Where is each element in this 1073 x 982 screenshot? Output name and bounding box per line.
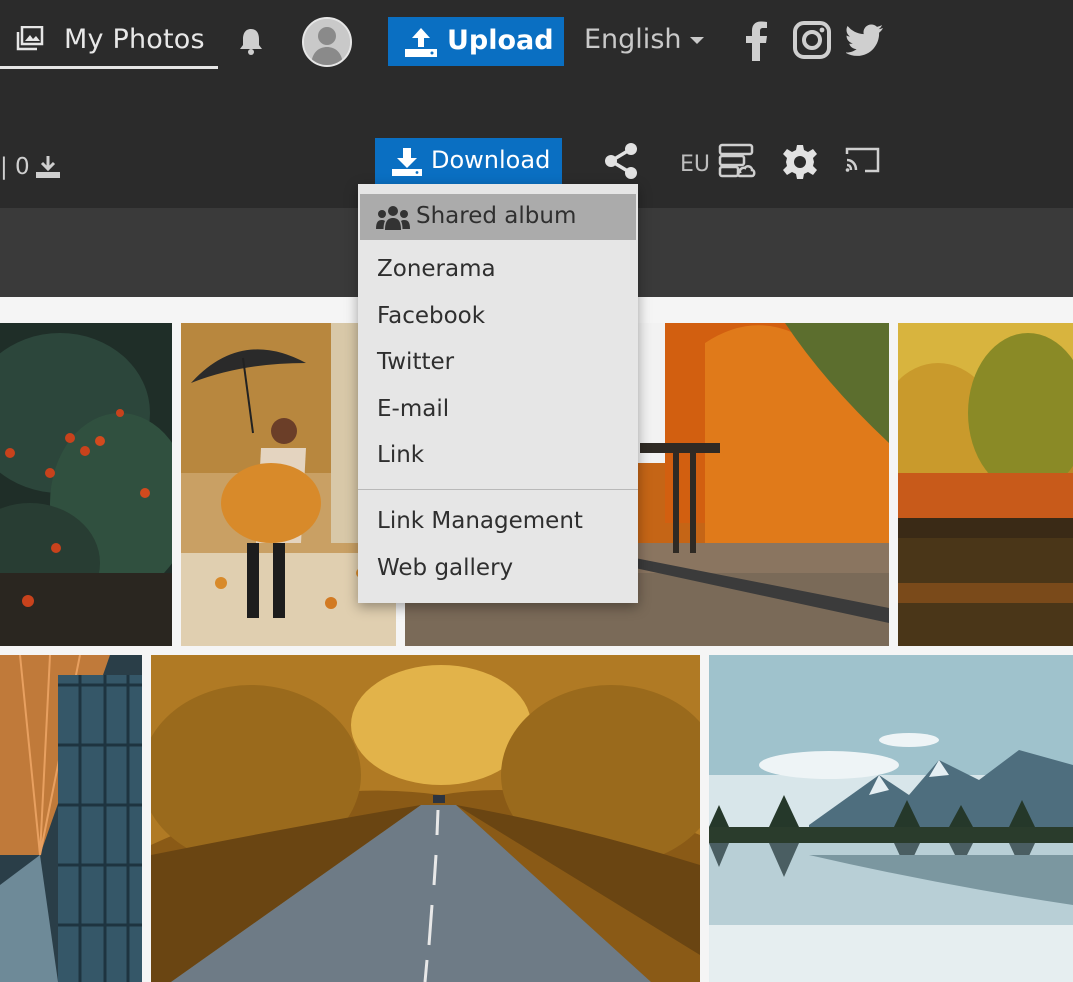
photo-corridor[interactable]: [0, 655, 142, 982]
menu-item-link[interactable]: Link: [358, 433, 638, 479]
my-photos-tab[interactable]: My Photos: [0, 16, 218, 69]
instagram-icon[interactable]: [793, 21, 831, 63]
menu-item-label: Link: [377, 442, 425, 468]
share-menu: Shared album Zonerama Facebook Twitter E…: [358, 184, 638, 603]
menu-item-facebook[interactable]: Facebook: [358, 294, 638, 340]
menu-divider: [358, 489, 638, 490]
download-button[interactable]: Download: [375, 138, 562, 184]
photo-autumn-lake[interactable]: [898, 323, 1073, 646]
menu-item-zonerama[interactable]: Zonerama: [358, 247, 638, 293]
share-icon[interactable]: [602, 142, 640, 184]
menu-item-shared-album[interactable]: Shared album: [360, 194, 636, 240]
twitter-icon[interactable]: [845, 24, 884, 60]
avatar[interactable]: [302, 17, 352, 67]
cast-icon[interactable]: [845, 146, 881, 178]
my-photos-label: My Photos: [64, 24, 205, 55]
users-icon: [376, 205, 410, 237]
facebook-icon[interactable]: [745, 21, 769, 65]
menu-item-label: Shared album: [416, 203, 577, 229]
menu-item-label: Zonerama: [377, 256, 496, 282]
download-small-icon: [35, 155, 61, 183]
gear-icon[interactable]: [782, 144, 818, 184]
photo-tree-berries[interactable]: [0, 323, 172, 646]
menu-item-web-gallery[interactable]: Web gallery: [358, 546, 638, 592]
download-icon: [391, 147, 423, 181]
menu-item-label: Twitter: [377, 349, 455, 375]
menu-item-label: E-mail: [377, 396, 450, 422]
photo-autumn-road[interactable]: [151, 655, 700, 982]
menu-item-label: Facebook: [377, 303, 486, 329]
menu-item-email[interactable]: E-mail: [358, 387, 638, 433]
upload-icon: [404, 26, 438, 62]
server-cloud-icon[interactable]: [718, 143, 756, 183]
download-label: Download: [431, 146, 551, 174]
photos-icon: [16, 25, 44, 56]
bell-icon[interactable]: [236, 26, 266, 60]
upload-button[interactable]: Upload: [388, 17, 564, 66]
upload-label: Upload: [447, 25, 554, 56]
menu-item-label: Link Management: [377, 508, 583, 534]
region-label: EU: [680, 152, 711, 177]
menu-item-link-management[interactable]: Link Management: [358, 499, 638, 545]
photo-mountain-lake[interactable]: [709, 655, 1073, 982]
chevron-down-icon[interactable]: [690, 37, 704, 44]
language-select[interactable]: English: [584, 24, 682, 55]
menu-item-twitter[interactable]: Twitter: [358, 340, 638, 386]
top-bar: My Photos Upload English: [0, 0, 1073, 88]
menu-item-label: Web gallery: [377, 555, 514, 581]
download-counter: | 0: [0, 154, 30, 180]
